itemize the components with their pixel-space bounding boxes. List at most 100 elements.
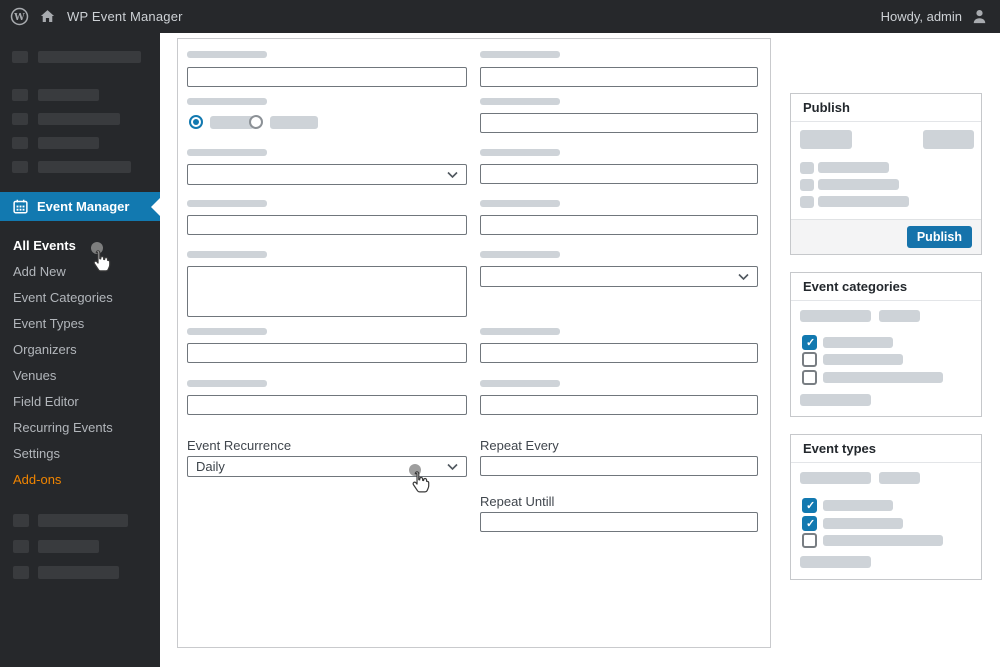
field-label-placeholder	[480, 251, 560, 258]
repeat-untill-input[interactable]	[480, 512, 758, 532]
skeleton-bar	[38, 566, 119, 579]
skeleton-bar	[800, 130, 852, 149]
status-icon-placeholder	[800, 179, 814, 191]
checkbox-label-placeholder	[823, 518, 903, 529]
menu-icon-placeholder	[12, 137, 28, 149]
sidebar-item-all-events[interactable]: All Events	[0, 233, 160, 259]
skeleton-bar	[38, 51, 141, 63]
sidebar-item-venues[interactable]: Venues	[0, 363, 160, 389]
active-menu-arrow-icon	[151, 197, 160, 216]
skeleton-bar	[818, 196, 909, 207]
field-input[interactable]	[480, 67, 758, 87]
field-input[interactable]	[480, 395, 758, 415]
event-categories-box: Event categories	[790, 272, 982, 417]
event-types-title: Event types	[791, 435, 981, 463]
sidebar-item-settings[interactable]: Settings	[0, 441, 160, 467]
link-placeholder	[800, 394, 871, 406]
sidebar-item-organizers[interactable]: Organizers	[0, 337, 160, 363]
menu-icon-placeholder	[12, 89, 28, 101]
field-input[interactable]	[480, 215, 758, 235]
home-icon[interactable]	[40, 9, 55, 24]
field-input[interactable]	[187, 343, 467, 363]
status-icon-placeholder	[800, 162, 814, 174]
field-label-placeholder	[187, 380, 267, 387]
chevron-down-icon	[447, 171, 458, 178]
sidebar-item-add-ons[interactable]: Add-ons	[0, 467, 160, 493]
publish-box-footer: Publish	[791, 219, 981, 254]
menu-icon-placeholder	[12, 113, 28, 125]
field-input[interactable]	[187, 67, 467, 87]
field-select[interactable]	[187, 164, 467, 185]
chevron-down-icon	[738, 273, 749, 280]
event-manager-submenu: All Events Add New Event Categories Even…	[0, 233, 160, 493]
radio-option-2[interactable]	[249, 115, 263, 129]
category-checkbox-1[interactable]	[802, 335, 817, 350]
skeleton-bar	[38, 161, 131, 173]
field-input[interactable]	[480, 113, 758, 133]
menu-icon-placeholder	[13, 566, 29, 579]
menu-icon-placeholder	[13, 514, 29, 527]
publish-button[interactable]: Publish	[906, 226, 972, 248]
category-checkbox-3[interactable]	[802, 370, 817, 385]
publish-box-title: Publish	[791, 94, 981, 122]
type-checkbox-2[interactable]	[802, 516, 817, 531]
field-label-placeholder	[187, 251, 267, 258]
field-label-placeholder	[480, 200, 560, 207]
event-recurrence-label: Event Recurrence	[187, 438, 292, 453]
sidebar-item-recurring-events[interactable]: Recurring Events	[0, 415, 160, 441]
sidebar-item-event-manager[interactable]: Event Manager	[0, 192, 160, 221]
field-textarea[interactable]	[187, 266, 467, 317]
sidebar-item-field-editor[interactable]: Field Editor	[0, 389, 160, 415]
event-types-box: Event types	[790, 434, 982, 580]
checkbox-label-placeholder	[823, 354, 903, 365]
skeleton-bar	[38, 137, 99, 149]
radio-option-1[interactable]	[189, 115, 203, 129]
repeat-every-input[interactable]	[480, 456, 758, 476]
svg-text:W: W	[13, 12, 25, 23]
chevron-down-icon	[447, 463, 458, 470]
checkbox-label-placeholder	[823, 500, 893, 511]
wordpress-logo-icon[interactable]: W	[10, 7, 29, 26]
type-checkbox-3[interactable]	[802, 533, 817, 548]
skeleton-bar	[818, 179, 899, 190]
tab-placeholder	[879, 310, 920, 322]
skeleton-bar	[38, 540, 99, 553]
user-icon[interactable]	[971, 8, 988, 25]
field-input[interactable]	[187, 395, 467, 415]
field-input[interactable]	[480, 343, 758, 363]
link-placeholder	[800, 556, 871, 568]
radio-label-placeholder	[270, 116, 318, 129]
sidebar-item-event-categories[interactable]: Event Categories	[0, 285, 160, 311]
checkbox-label-placeholder	[823, 337, 893, 348]
field-label-placeholder	[480, 51, 560, 58]
skeleton-bar	[38, 89, 99, 101]
sidebar-item-label: Event Manager	[37, 199, 130, 214]
publish-box: Publish Publish	[790, 93, 982, 255]
howdy-text[interactable]: Howdy, admin	[881, 9, 962, 24]
sidebar-item-add-new[interactable]: Add New	[0, 259, 160, 285]
calendar-icon	[13, 199, 28, 214]
tab-placeholder	[800, 472, 871, 484]
field-input[interactable]	[187, 215, 467, 235]
sidebar-item-event-types[interactable]: Event Types	[0, 311, 160, 337]
wp-admin-screen: W WP Event Manager Howdy, admin Event Ma…	[0, 0, 1000, 667]
field-input[interactable]	[480, 164, 758, 184]
status-icon-placeholder	[800, 196, 814, 208]
field-label-placeholder	[187, 51, 267, 58]
event-recurrence-value: Daily	[196, 459, 225, 474]
skeleton-bar	[923, 130, 974, 149]
skeleton-bar	[38, 514, 128, 527]
admin-sidebar: Event Manager All Events Add New Event C…	[0, 33, 160, 667]
field-label-placeholder	[187, 98, 267, 105]
field-label-placeholder	[187, 149, 267, 156]
tab-placeholder	[879, 472, 920, 484]
event-recurrence-select[interactable]: Daily	[187, 456, 467, 477]
type-checkbox-1[interactable]	[802, 498, 817, 513]
menu-icon-placeholder	[12, 161, 28, 173]
category-checkbox-2[interactable]	[802, 352, 817, 367]
admin-bar-site-title[interactable]: WP Event Manager	[67, 9, 183, 24]
field-label-placeholder	[187, 328, 267, 335]
repeat-every-label: Repeat Every	[480, 438, 559, 453]
field-label-placeholder	[480, 149, 560, 156]
field-select[interactable]	[480, 266, 758, 287]
